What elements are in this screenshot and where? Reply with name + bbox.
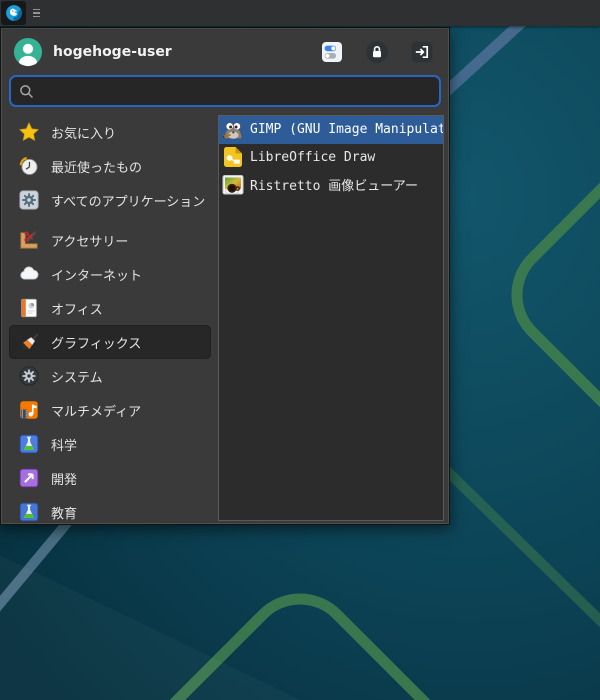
category-recently-used[interactable]: 最近使ったもの <box>9 149 211 183</box>
app-item-libreoffice-draw[interactable]: LibreOffice Draw <box>219 144 443 172</box>
category-development[interactable]: 開発 <box>9 461 211 495</box>
panel-grip-icon <box>33 9 40 18</box>
user-avatar <box>13 37 43 67</box>
graphics-brush-icon <box>18 331 40 353</box>
header-actions <box>320 40 434 64</box>
libreoffice-draw-icon <box>221 145 245 169</box>
ristretto-icon <box>221 173 245 197</box>
category-label: グラフィックス <box>51 333 141 352</box>
app-label: GIMP (GNU Image Manipulat… <box>250 122 444 137</box>
settings-toggles-icon <box>320 40 344 64</box>
category-graphics[interactable]: グラフィックス <box>9 325 211 359</box>
app-item-gimp[interactable]: GIMP (GNU Image Manipulat… <box>219 116 443 144</box>
multimedia-icon <box>18 399 40 421</box>
development-icon <box>18 467 40 489</box>
app-label: LibreOffice Draw <box>250 150 375 165</box>
log-out-button[interactable] <box>410 40 434 64</box>
category-science[interactable]: 科学 <box>9 427 211 461</box>
category-label: システム <box>51 367 103 386</box>
category-system[interactable]: システム <box>9 359 211 393</box>
category-favorites[interactable]: お気に入り <box>9 115 211 149</box>
category-label: インターネット <box>51 265 142 284</box>
category-label: すべてのアプリケーション <box>51 191 205 210</box>
app-item-ristretto[interactable]: Ristretto 画像ビューアー <box>219 171 443 199</box>
category-label: マルチメディア <box>51 401 141 420</box>
whisker-menu-button[interactable] <box>1 1 26 25</box>
xfce-mouse-icon <box>5 4 23 22</box>
internet-cloud-icon <box>18 263 40 285</box>
star-icon <box>18 121 40 143</box>
category-multimedia[interactable]: マルチメディア <box>9 393 211 427</box>
lock-icon <box>365 40 389 64</box>
username-label: hogehoge-user <box>53 44 172 60</box>
system-gear-icon <box>18 365 40 387</box>
search-box <box>9 75 441 107</box>
category-all-applications[interactable]: すべてのアプリケーション <box>9 183 211 217</box>
accessories-icon <box>18 229 40 251</box>
category-internet[interactable]: インターネット <box>9 257 211 291</box>
science-flask-icon <box>18 433 40 455</box>
log-out-icon <box>410 40 434 64</box>
application-list: GIMP (GNU Image Manipulat… LibreOffice D… <box>218 115 444 521</box>
category-label: 開発 <box>51 469 77 488</box>
app-label: Ristretto 画像ビューアー <box>250 175 418 194</box>
settings-button[interactable] <box>320 40 344 64</box>
whisker-menu: hogehoge-user <box>0 27 450 525</box>
category-label: オフィス <box>51 299 103 318</box>
top-panel <box>0 0 600 26</box>
category-accessories[interactable]: アクセサリー <box>9 223 211 257</box>
gimp-icon <box>221 118 245 142</box>
category-label: 教育 <box>51 503 77 522</box>
category-label: 最近使ったもの <box>51 157 142 176</box>
search-input[interactable] <box>9 75 441 107</box>
clock-icon <box>18 155 40 177</box>
category-list: お気に入り 最近使ったもの <box>9 115 211 529</box>
office-document-icon <box>18 297 40 319</box>
category-label: お気に入り <box>51 123 116 142</box>
menu-header: hogehoge-user <box>1 28 449 67</box>
category-label: 科学 <box>51 435 77 454</box>
category-office[interactable]: オフィス <box>9 291 211 325</box>
category-label: アクセサリー <box>51 231 128 250</box>
category-education[interactable]: 教育 <box>9 495 211 529</box>
all-applications-icon <box>18 189 40 211</box>
education-flask-icon <box>18 501 40 523</box>
lock-screen-button[interactable] <box>365 40 389 64</box>
